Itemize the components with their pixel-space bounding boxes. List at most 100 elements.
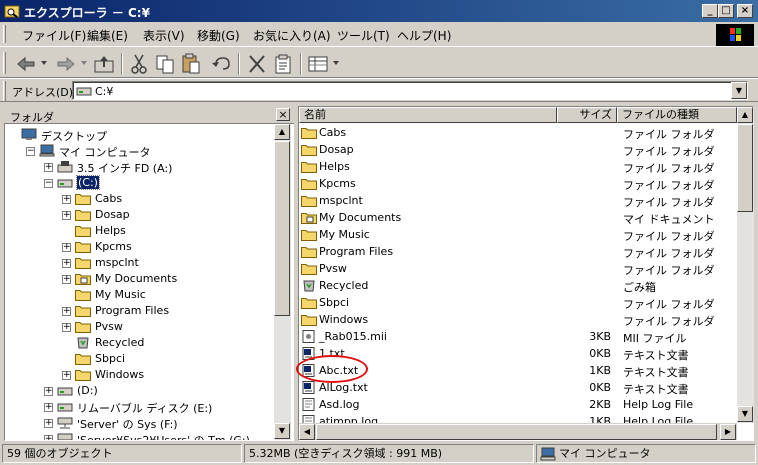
tree-item[interactable]: Recycled: [5, 335, 273, 351]
scroll-thumb[interactable]: [274, 141, 290, 316]
undo-icon[interactable]: [210, 52, 234, 76]
expand-icon[interactable]: +: [62, 323, 71, 332]
delete-icon[interactable]: [245, 52, 269, 76]
expand-icon[interactable]: +: [44, 435, 53, 440]
scroll-left-button[interactable]: ◀: [299, 424, 315, 440]
expand-icon[interactable]: +: [62, 195, 71, 204]
tree-item[interactable]: + Cabs: [5, 191, 273, 207]
file-row[interactable]: AlLog.txt 0KB テキスト文書: [299, 379, 737, 396]
file-row[interactable]: Dosap ファイル フォルダ: [299, 141, 737, 158]
file-row[interactable]: My Documents マイ ドキュメント: [299, 209, 737, 226]
expand-icon[interactable]: +: [62, 371, 71, 380]
menu-view[interactable]: 表示(V): [143, 27, 185, 44]
scroll-right-button[interactable]: ▶: [720, 424, 736, 440]
tree-item[interactable]: + 'Server' の Sys (F:): [5, 415, 273, 431]
tree-item[interactable]: Helps: [5, 223, 273, 239]
file-row[interactable]: Abc.txt 1KB テキスト文書: [299, 362, 737, 379]
folders-pane-close-button[interactable]: ×: [276, 108, 290, 121]
file-row[interactable]: mspclnt ファイル フォルダ: [299, 192, 737, 209]
tree-item[interactable]: + mspclnt: [5, 255, 273, 271]
file-list-scrollbar[interactable]: ▲ ▼: [737, 107, 754, 423]
forward-arrow-icon[interactable]: [54, 52, 78, 76]
scroll-up-button[interactable]: ▲: [737, 107, 753, 123]
tree-item[interactable]: +3.5 インチ FD (A:): [5, 159, 273, 175]
expand-icon[interactable]: +: [62, 211, 71, 220]
scroll-thumb[interactable]: [737, 124, 753, 212]
forward-dropdown-icon[interactable]: [80, 59, 88, 67]
collapse-icon[interactable]: −: [44, 179, 53, 188]
menu-help[interactable]: ヘルプ(H): [397, 27, 451, 44]
column-type[interactable]: ファイルの種類: [617, 107, 737, 123]
tree-item[interactable]: + 'Server¥Sys2¥Users' の Tm (G:): [5, 431, 273, 440]
up-folder-icon[interactable]: [92, 52, 116, 76]
views-dropdown-icon[interactable]: [332, 59, 340, 67]
column-size[interactable]: サイズ: [557, 107, 617, 123]
file-list-hscrollbar[interactable]: ◀ ▶: [299, 423, 737, 440]
file-row[interactable]: Pvsw ファイル フォルダ: [299, 260, 737, 277]
cut-icon[interactable]: [127, 52, 151, 76]
address-input[interactable]: C:¥ ▼: [72, 81, 748, 100]
toolbar-grip[interactable]: [3, 52, 6, 74]
tree-item[interactable]: − (C:): [5, 175, 273, 191]
tree-item[interactable]: + Pvsw: [5, 319, 273, 335]
tree-item[interactable]: Sbpci: [5, 351, 273, 367]
menu-go[interactable]: 移動(G): [197, 27, 240, 44]
scroll-down-button[interactable]: ▼: [274, 423, 290, 439]
copy-icon[interactable]: [153, 52, 177, 76]
scroll-thumb[interactable]: [316, 424, 717, 440]
file-row[interactable]: Kpcms ファイル フォルダ: [299, 175, 737, 192]
address-dropdown-button[interactable]: ▼: [731, 82, 747, 99]
close-button[interactable]: ×: [737, 4, 753, 18]
maximize-button[interactable]: □: [718, 4, 734, 18]
expand-icon[interactable]: +: [44, 419, 53, 428]
menu-tools[interactable]: ツール(T): [337, 27, 390, 44]
tree-item[interactable]: + Windows: [5, 367, 273, 383]
back-arrow-icon[interactable]: [14, 52, 38, 76]
scroll-up-button[interactable]: ▲: [274, 124, 290, 140]
paste-icon[interactable]: [179, 52, 203, 76]
menu-grip[interactable]: [3, 25, 6, 43]
file-row[interactable]: Helps ファイル フォルダ: [299, 158, 737, 175]
collapse-icon[interactable]: −: [26, 147, 35, 156]
file-row[interactable]: Windows ファイル フォルダ: [299, 311, 737, 328]
tree-item[interactable]: + (D:): [5, 383, 273, 399]
tree-item[interactable]: + My Documents: [5, 271, 273, 287]
menu-file[interactable]: ファイル(F): [22, 27, 86, 44]
title-bar[interactable]: エクスプローラ － C:¥ _ □ ×: [0, 0, 758, 22]
expand-icon[interactable]: +: [44, 403, 53, 412]
folder-tree-scrollbar[interactable]: ▲ ▼: [274, 124, 291, 440]
file-row[interactable]: My Music ファイル フォルダ: [299, 226, 737, 243]
file-list[interactable]: Cabs ファイル フォルダ Dosap ファイル フォルダ Helps ファイル フォル…: [299, 124, 737, 440]
menu-favorites[interactable]: お気に入り(A): [253, 27, 331, 44]
scroll-down-button[interactable]: ▼: [737, 406, 753, 422]
expand-icon[interactable]: +: [44, 387, 53, 396]
minimize-button[interactable]: _: [702, 4, 718, 18]
file-row[interactable]: Sbpci ファイル フォルダ: [299, 294, 737, 311]
tree-item[interactable]: + Dosap: [5, 207, 273, 223]
tree-item[interactable]: My Music: [5, 287, 273, 303]
expand-icon[interactable]: +: [62, 243, 71, 252]
folder-icon: [301, 160, 317, 173]
file-row[interactable]: _Rab015.mii 3KB MII ファイル: [299, 328, 737, 345]
expand-icon[interactable]: +: [62, 307, 71, 316]
folder-tree[interactable]: デスクトップ − マイ コンピュータ +3.5 インチ FD (A:) − (C:) + Ca…: [5, 125, 273, 440]
file-row[interactable]: Program Files ファイル フォルダ: [299, 243, 737, 260]
tree-item[interactable]: デスクトップ: [5, 127, 273, 143]
tree-item[interactable]: + Kpcms: [5, 239, 273, 255]
menu-edit[interactable]: 編集(E): [87, 27, 128, 44]
tree-item[interactable]: − マイ コンピュータ: [5, 143, 273, 159]
expand-icon[interactable]: +: [62, 259, 71, 268]
column-name[interactable]: 名前: [299, 107, 557, 123]
file-row[interactable]: 1.txt 0KB テキスト文書: [299, 345, 737, 362]
properties-icon[interactable]: [271, 52, 295, 76]
file-row[interactable]: Asd.log 2KB Help Log File: [299, 396, 737, 413]
address-grip[interactable]: [3, 81, 6, 101]
expand-icon[interactable]: +: [44, 163, 53, 172]
views-icon[interactable]: [306, 52, 330, 76]
expand-icon[interactable]: +: [62, 275, 71, 284]
tree-item[interactable]: + リムーバブル ディスク (E:): [5, 399, 273, 415]
back-dropdown-icon[interactable]: [40, 59, 48, 67]
file-row[interactable]: Cabs ファイル フォルダ: [299, 124, 737, 141]
tree-item[interactable]: + Program Files: [5, 303, 273, 319]
file-row[interactable]: Recycled ごみ箱: [299, 277, 737, 294]
